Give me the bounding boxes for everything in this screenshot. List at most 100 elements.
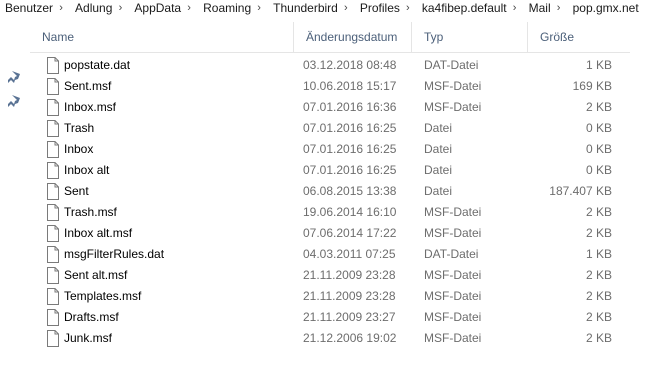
chevron-right-icon[interactable]: › — [338, 2, 354, 14]
file-row[interactable]: popstate.dat 03.12.2018 08:48 DAT-Datei 1 K… — [30, 55, 630, 76]
file-type: MSF-Datei — [424, 226, 482, 240]
navigation-pane — [0, 22, 30, 387]
pin-icon[interactable] — [7, 70, 21, 84]
file-size: 2 KB — [585, 331, 612, 345]
chevron-right-icon[interactable]: › — [551, 2, 567, 14]
file-type: MSF-Datei — [424, 310, 482, 324]
file-type: MSF-Datei — [424, 268, 482, 282]
breadcrumb-item[interactable]: AppData — [128, 1, 181, 15]
file-icon — [46, 246, 60, 263]
file-date: 21.12.2006 19:02 — [303, 331, 397, 345]
file-type: MSF-Datei — [424, 289, 482, 303]
file-name[interactable]: Trash.msf — [64, 202, 294, 223]
file-row[interactable]: Sent alt.msf 21.11.2009 23:28 MSF-Datei 2 K… — [30, 265, 630, 286]
file-date: 06.08.2015 13:38 — [303, 184, 397, 198]
file-type: Datei — [424, 163, 453, 177]
file-row[interactable]: msgFilterRules.dat 04.03.2011 07:25 DAT-Da… — [30, 244, 630, 265]
file-date: 07.01.2016 16:25 — [303, 142, 397, 156]
file-name[interactable]: Sent alt.msf — [64, 265, 294, 286]
file-row[interactable]: Trash 07.01.2016 16:25 Datei 0 KB — [30, 118, 630, 139]
file-type: DAT-Datei — [424, 247, 479, 261]
file-name[interactable]: Inbox — [64, 139, 294, 160]
chevron-right-icon[interactable]: › — [53, 2, 69, 14]
file-size: 1 KB — [585, 58, 612, 72]
chevron-right-icon[interactable]: › — [112, 2, 128, 14]
file-icon — [46, 78, 60, 95]
file-date: 21.11.2009 23:28 — [303, 268, 396, 282]
file-row[interactable]: Inbox alt 07.01.2016 16:25 Datei 0 KB — [30, 160, 630, 181]
file-date: 07.01.2016 16:25 — [303, 163, 397, 177]
column-header-row: Name Änderungsdatum Typ Größe — [30, 22, 630, 53]
file-type: Datei — [424, 184, 453, 198]
pin-icon[interactable] — [7, 94, 21, 108]
file-row[interactable]: Templates.msf 21.11.2009 23:28 MSF-Datei 2 … — [30, 286, 630, 307]
file-date: 07.01.2016 16:25 — [303, 121, 397, 135]
column-header-name[interactable]: Name — [30, 22, 294, 52]
breadcrumb-item[interactable]: Roaming — [197, 1, 251, 15]
breadcrumb-item[interactable]: Profiles — [354, 1, 400, 15]
breadcrumb-item[interactable]: Thunderbird — [267, 1, 338, 15]
file-icon — [46, 99, 60, 116]
file-type: MSF-Datei — [424, 205, 482, 219]
chevron-right-icon[interactable]: › — [400, 2, 416, 14]
file-icon — [46, 288, 60, 305]
file-type: MSF-Datei — [424, 331, 482, 345]
file-row[interactable]: Sent.msf 10.06.2018 15:17 MSF-Datei 169 KB — [30, 76, 630, 97]
file-size: 2 KB — [585, 310, 612, 324]
file-name[interactable]: Inbox.msf — [64, 97, 294, 118]
file-icon — [46, 57, 60, 74]
file-type: MSF-Datei — [424, 79, 482, 93]
file-size: 169 KB — [572, 79, 612, 93]
file-icon — [46, 309, 60, 326]
file-icon — [46, 267, 60, 284]
file-type: MSF-Datei — [424, 100, 482, 114]
file-date: 03.12.2018 08:48 — [303, 58, 397, 72]
file-row[interactable]: Inbox alt.msf 07.06.2014 17:22 MSF-Datei 2 … — [30, 223, 630, 244]
column-header-size[interactable]: Größe — [528, 22, 618, 52]
file-name[interactable]: Inbox alt — [64, 160, 294, 181]
column-header-date[interactable]: Änderungsdatum — [294, 22, 412, 52]
file-size: 0 KB — [585, 163, 612, 177]
file-date: 19.06.2014 16:10 — [303, 205, 397, 219]
file-size: 1 KB — [585, 247, 612, 261]
file-name[interactable]: Drafts.msf — [64, 307, 294, 328]
file-name[interactable]: Sent.msf — [64, 76, 294, 97]
file-name[interactable]: Junk.msf — [64, 328, 294, 349]
file-size: 2 KB — [585, 226, 612, 240]
chevron-right-icon[interactable]: › — [507, 2, 523, 14]
file-size: 2 KB — [585, 268, 612, 282]
breadcrumb-item[interactable]: Mail — [523, 1, 551, 15]
file-row[interactable]: Drafts.msf 21.11.2009 23:27 MSF-Datei 2 KB — [30, 307, 630, 328]
file-icon — [46, 204, 60, 221]
file-icon — [46, 120, 60, 137]
file-date: 04.03.2011 07:25 — [303, 247, 396, 261]
breadcrumb-item[interactable]: pop.gmx.net — [567, 1, 639, 15]
file-size: 187.407 KB — [549, 184, 612, 198]
file-name[interactable]: Templates.msf — [64, 286, 294, 307]
breadcrumb-item[interactable]: Benutzer — [0, 1, 53, 15]
breadcrumb-item[interactable]: Adlung — [69, 1, 112, 15]
breadcrumb: Benutzer › Adlung › AppData › Roaming › Thunderb… — [0, 0, 668, 16]
file-row[interactable]: Trash.msf 19.06.2014 16:10 MSF-Datei 2 KB — [30, 202, 630, 223]
file-size: 2 KB — [585, 289, 612, 303]
file-name[interactable]: msgFilterRules.dat — [64, 244, 294, 265]
file-row[interactable]: Inbox.msf 07.01.2016 16:36 MSF-Datei 2 KB — [30, 97, 630, 118]
file-type: Datei — [424, 121, 453, 135]
file-name[interactable]: popstate.dat — [64, 55, 294, 76]
file-name[interactable]: Sent — [64, 181, 294, 202]
file-size: 0 KB — [585, 142, 612, 156]
file-row[interactable]: Junk.msf 21.12.2006 19:02 MSF-Datei 2 KB — [30, 328, 630, 349]
file-date: 21.11.2009 23:27 — [303, 310, 396, 324]
file-name[interactable]: Inbox alt.msf — [64, 223, 294, 244]
file-row[interactable]: Sent 06.08.2015 13:38 Datei 187.407 KB — [30, 181, 630, 202]
chevron-right-icon[interactable]: › — [181, 2, 197, 14]
file-icon — [46, 141, 60, 158]
breadcrumb-item[interactable]: ka4fibep.default — [416, 1, 507, 15]
file-size: 0 KB — [585, 121, 612, 135]
chevron-right-icon[interactable]: › — [251, 2, 267, 14]
file-row[interactable]: Inbox 07.01.2016 16:25 Datei 0 KB — [30, 139, 630, 160]
file-name[interactable]: Trash — [64, 118, 294, 139]
file-date: 07.01.2016 16:36 — [303, 100, 397, 114]
file-size: 2 KB — [585, 205, 612, 219]
column-header-type[interactable]: Typ — [412, 22, 528, 52]
